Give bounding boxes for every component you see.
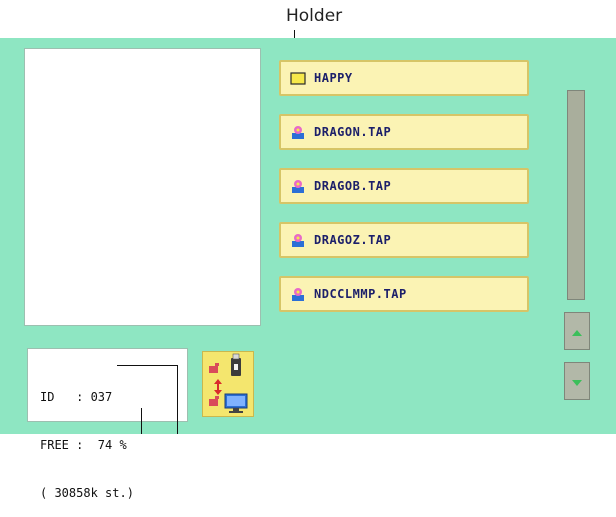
holder-callout-label: Holder	[286, 6, 343, 26]
design-preview-area	[24, 48, 261, 326]
id-callout-line	[117, 365, 177, 366]
arrow-up-icon	[571, 322, 583, 341]
stitch-callout-drop	[141, 408, 142, 434]
scroll-down-button[interactable]	[564, 362, 590, 400]
file-label: NDCCLMMP.TAP	[314, 287, 407, 301]
usb-pc-transfer-button[interactable]	[202, 351, 254, 417]
file-button-dragoz[interactable]: DRAGOZ.TAP	[279, 222, 529, 258]
file-label: DRAGON.TAP	[314, 125, 392, 139]
file-button-dragob[interactable]: DRAGOB.TAP	[279, 168, 529, 204]
memory-info-panel: ID : 037 FREE : 74 % ( 30858k st.)	[27, 348, 188, 500]
file-button-ndcclmmp[interactable]: NDCCLMMP.TAP	[279, 276, 529, 312]
scrollbar-track[interactable]	[567, 90, 585, 300]
usb-pc-transfer-icon	[209, 353, 248, 413]
design-file-icon	[289, 285, 307, 303]
scroll-up-button[interactable]	[564, 312, 590, 350]
design-file-icon	[289, 177, 307, 195]
design-file-icon	[289, 123, 307, 141]
file-label: HAPPY	[314, 71, 353, 85]
id-callout-drop	[177, 365, 178, 434]
folder-icon	[289, 69, 307, 87]
file-button-dragon[interactable]: DRAGON.TAP	[279, 114, 529, 150]
arrow-down-icon	[571, 372, 583, 391]
memory-free-text: FREE : 74 %	[40, 438, 127, 452]
memory-id-text: ID : 037	[40, 390, 113, 404]
file-label: DRAGOZ.TAP	[314, 233, 392, 247]
design-file-icon	[289, 231, 307, 249]
stitch-capacity-text: ( 30858k st.)	[40, 486, 134, 500]
file-label: DRAGOB.TAP	[314, 179, 392, 193]
folder-button-happy[interactable]: HAPPY	[279, 60, 529, 96]
